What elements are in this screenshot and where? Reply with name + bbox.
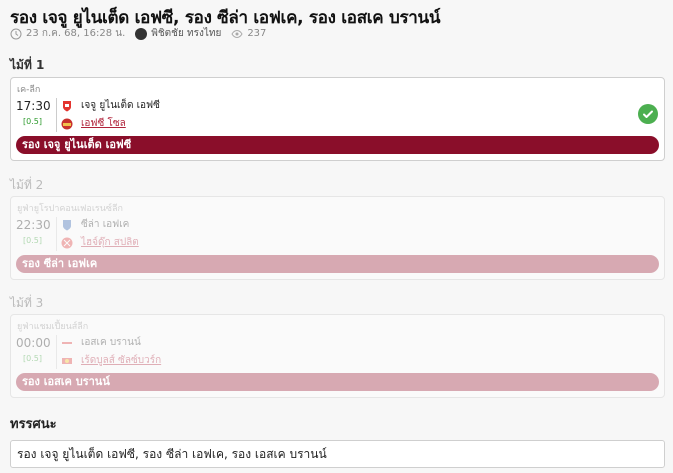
team-logo	[61, 337, 73, 349]
date-text: 23 ก.ค. 68, 16:28 น.	[26, 28, 126, 39]
handicap-odds: [0.5]	[23, 236, 42, 245]
post-meta: 23 ก.ค. 68, 16:28 น. พิชิตชัย ทรงไทย 237	[10, 26, 276, 41]
views-text: 237	[247, 28, 267, 39]
handicap-odds: [0.5]	[23, 117, 42, 126]
post-date: 23 ก.ค. 68, 16:28 น.	[10, 26, 125, 41]
away-team[interactable]: เร้ดบูลส์ ซัลซ์บวร์ก	[61, 353, 161, 368]
home-team: เจจู ยูไนเต็ด เอฟซี	[61, 98, 160, 113]
pick-badge: รอง เจจู ยูไนเต็ด เอฟซี	[16, 136, 659, 154]
team-logo	[61, 118, 73, 130]
author-name[interactable]: พิชิตชัย ทรงไทย	[151, 26, 221, 41]
summary-label: ทรรศนะ	[10, 417, 57, 432]
divider	[56, 217, 57, 251]
home-team: เอสเค บรานน์	[61, 335, 141, 350]
team-logo	[61, 100, 73, 112]
away-team[interactable]: เอฟซี โซล	[61, 116, 126, 131]
away-team-name[interactable]: เร้ดบูลส์ ซัลซ์บวร์ก	[81, 353, 161, 368]
kickoff-time: 22:30	[16, 218, 51, 232]
kickoff-time: 17:30	[16, 99, 51, 113]
league-name: ยูฟ่ายูโรปาคอนเฟอเรนซ์ลีก	[17, 204, 123, 214]
home-team-name: เจจู ยูไนเต็ด เอฟซี	[81, 100, 160, 111]
pair-3-label: ไม้ที่ 3	[10, 296, 44, 310]
pick-badge: รอง ซีล่า เอฟเค	[16, 255, 659, 273]
check-icon	[638, 104, 658, 124]
post-author[interactable]: พิชิตชัย ทรงไทย	[135, 26, 221, 41]
away-team-name[interactable]: ไฮจ์ดุ๊ก สปลิต	[81, 235, 139, 250]
view-count: 237	[231, 28, 266, 40]
home-team-name: เอสเค บรานน์	[81, 337, 141, 348]
clock-icon	[10, 28, 22, 40]
league-name: เค-ลีก	[17, 85, 41, 95]
league-name: ยูฟ่าแชมเปี้ยนส์ลีก	[17, 322, 89, 332]
team-logo	[61, 219, 73, 231]
divider	[56, 335, 57, 369]
team-logo	[61, 237, 73, 249]
pair-1-label: ไม้ที่ 1	[10, 58, 45, 72]
away-team-name[interactable]: เอฟซี โซล	[81, 116, 126, 131]
divider	[56, 98, 57, 132]
team-logo	[61, 355, 73, 367]
match-card-3[interactable]: ยูฟ่าแชมเปี้ยนส์ลีก 00:00 [0.5] เอสเค บร…	[10, 314, 665, 398]
avatar	[135, 27, 148, 40]
handicap-odds: [0.5]	[23, 354, 42, 363]
pair-2-label: ไม้ที่ 2	[10, 178, 44, 192]
eye-icon	[231, 28, 243, 40]
home-team-name: ซีล่า เอฟเค	[81, 219, 130, 230]
match-card-1[interactable]: เค-ลีก 17:30 [0.5] เจจู ยูไนเต็ด เอฟซี เ…	[10, 77, 665, 161]
summary-box: รอง เจจู ยูไนเต็ด เอฟซี, รอง ซีล่า เอฟเค…	[10, 440, 665, 468]
away-team[interactable]: ไฮจ์ดุ๊ก สปลิต	[61, 235, 139, 250]
home-team: ซีล่า เอฟเค	[61, 217, 129, 232]
pick-badge: รอง เอสเค บรานน์	[16, 373, 659, 391]
match-card-2[interactable]: ยูฟ่ายูโรปาคอนเฟอเรนซ์ลีก 22:30 [0.5] ซี…	[10, 196, 665, 280]
kickoff-time: 00:00	[16, 336, 51, 350]
